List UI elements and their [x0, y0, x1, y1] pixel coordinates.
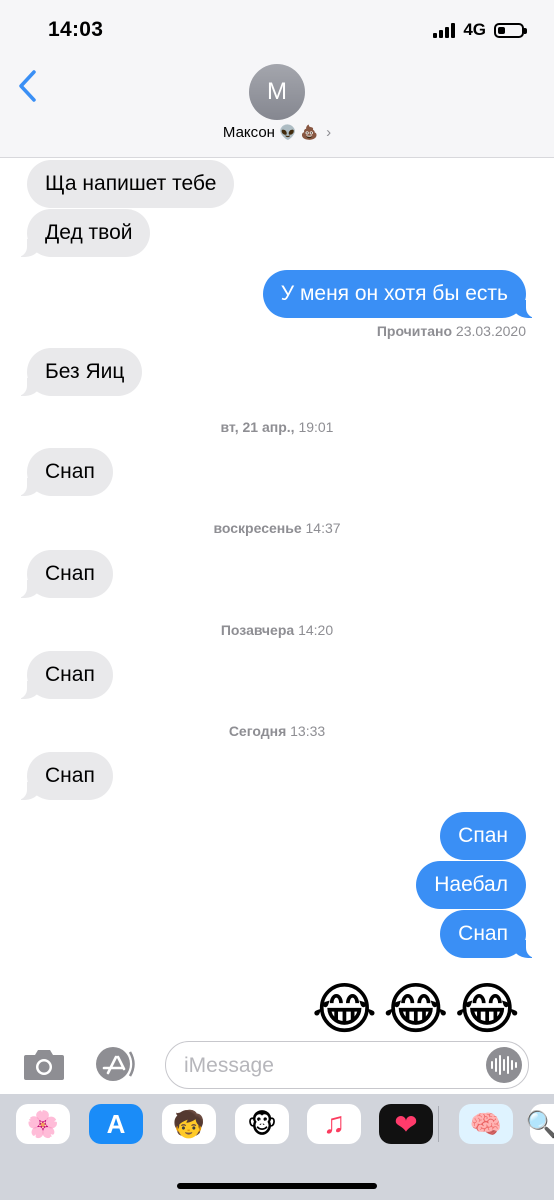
photos-app-icon[interactable]: 🌸 [16, 1104, 70, 1144]
emoji-message[interactable]: 😂😂😂 [312, 976, 526, 1042]
cellular-signal-icon [433, 22, 456, 38]
network-type: 4G [463, 20, 486, 39]
audio-message-button[interactable] [486, 1047, 522, 1083]
timestamp-divider: воскресенье 14:37 [0, 520, 554, 536]
contact-name-button[interactable]: Максон 👽 💩 › [0, 124, 554, 141]
memoji-app-icon[interactable]: 🧒 [162, 1104, 216, 1144]
drawer-divider [438, 1106, 439, 1142]
digital-touch-app-icon[interactable]: ❤ [379, 1104, 433, 1144]
message-bubble-incoming[interactable]: Снап [17, 651, 113, 699]
chevron-left-icon [19, 70, 36, 102]
timestamp-day: вт, 21 апр., [220, 419, 295, 435]
timestamp-day: воскресенье [213, 520, 302, 536]
status-indicators: 4G [433, 20, 527, 40]
camera-button[interactable] [22, 1046, 66, 1082]
animoji-app-icon[interactable]: 🐵 [235, 1104, 289, 1144]
avatar-initial: M [267, 78, 287, 105]
brain-app-icon[interactable]: 🧠 [459, 1104, 513, 1144]
app-store-app-icon[interactable]: A [89, 1104, 143, 1144]
timestamp-day: Сегодня [228, 723, 287, 739]
chevron-right-icon: › [326, 124, 332, 141]
message-bubble-incoming[interactable]: Дед твой [16, 209, 151, 257]
read-receipt: Прочитано 23.03.2020 [377, 323, 526, 339]
timestamp-day: Позавчера [220, 622, 295, 638]
contact-emoji: 👽 💩 [279, 124, 318, 140]
message-bubble-incoming[interactable]: Ща напишет тебе [27, 160, 235, 208]
camera-icon [24, 1050, 64, 1080]
message-input-placeholder: iMessage [184, 1054, 274, 1077]
contact-avatar[interactable]: M [249, 64, 305, 120]
more-apps-icon[interactable]: 🔍 [526, 1104, 554, 1144]
timestamp-time: 13:33 [290, 723, 326, 739]
read-receipt-label: Прочитано [376, 323, 453, 339]
message-bubble-incoming[interactable]: Снап [17, 550, 113, 598]
message-input[interactable]: iMessage [165, 1041, 529, 1089]
timestamp-divider: Позавчера 14:20 [0, 622, 554, 638]
battery-icon [494, 22, 527, 38]
message-bubble-outgoing[interactable]: У меня он хотя бы есть [262, 270, 537, 318]
timestamp-divider: Сегодня 13:33 [0, 723, 554, 739]
message-bubble-incoming[interactable]: Снап [17, 752, 113, 800]
home-indicator[interactable] [177, 1183, 377, 1189]
contact-name: Максон [222, 124, 275, 141]
back-button[interactable] [14, 68, 44, 104]
read-receipt-date: 23.03.2020 [455, 323, 526, 339]
message-bubble-outgoing[interactable]: Спан [440, 812, 526, 860]
message-bubble-incoming[interactable]: Без Яиц [16, 348, 143, 396]
music-app-icon[interactable]: ♫ [307, 1104, 361, 1144]
app-store-icon [96, 1047, 135, 1081]
message-bubble-outgoing[interactable]: Снап [440, 910, 536, 958]
message-bubble-incoming[interactable]: Снап [17, 448, 113, 496]
timestamp-divider: вт, 21 апр., 19:01 [0, 419, 554, 435]
timestamp-time: 19:01 [298, 419, 334, 435]
apps-button[interactable] [94, 1045, 138, 1083]
message-bubble-outgoing[interactable]: Наебал [416, 861, 526, 909]
status-time: 14:03 [48, 18, 104, 41]
conversation-header: 14:03 4G M Максон 👽 💩 › [0, 0, 554, 158]
timestamp-time: 14:37 [305, 520, 341, 536]
timestamp-time: 14:20 [298, 622, 334, 638]
